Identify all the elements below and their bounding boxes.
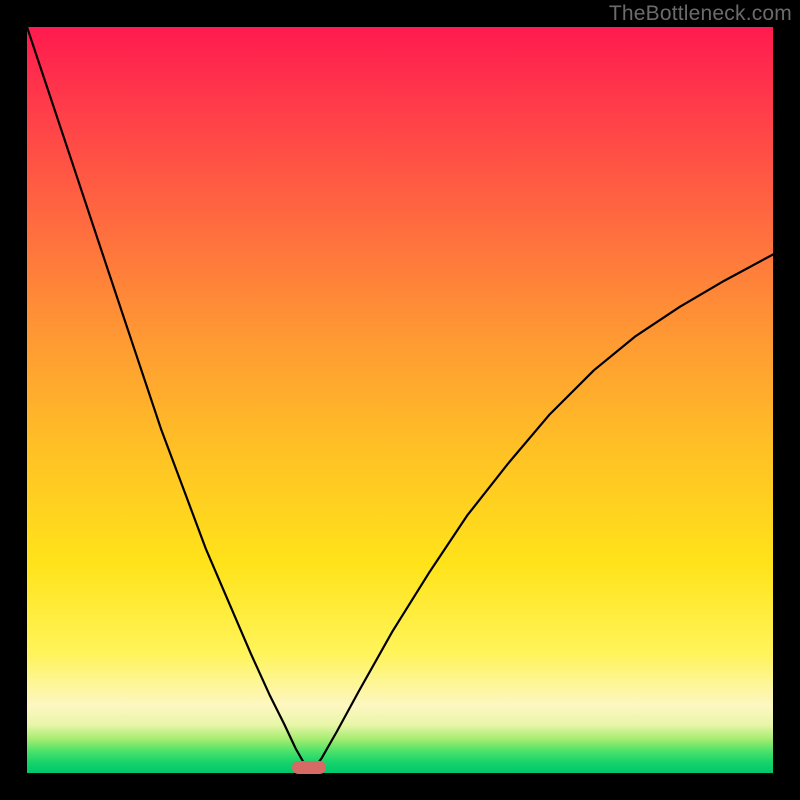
optimum-marker [292, 761, 326, 774]
bottleneck-curve [27, 27, 773, 773]
chart-frame: TheBottleneck.com [0, 0, 800, 800]
curve-path [27, 27, 773, 773]
watermark-text: TheBottleneck.com [609, 2, 792, 26]
